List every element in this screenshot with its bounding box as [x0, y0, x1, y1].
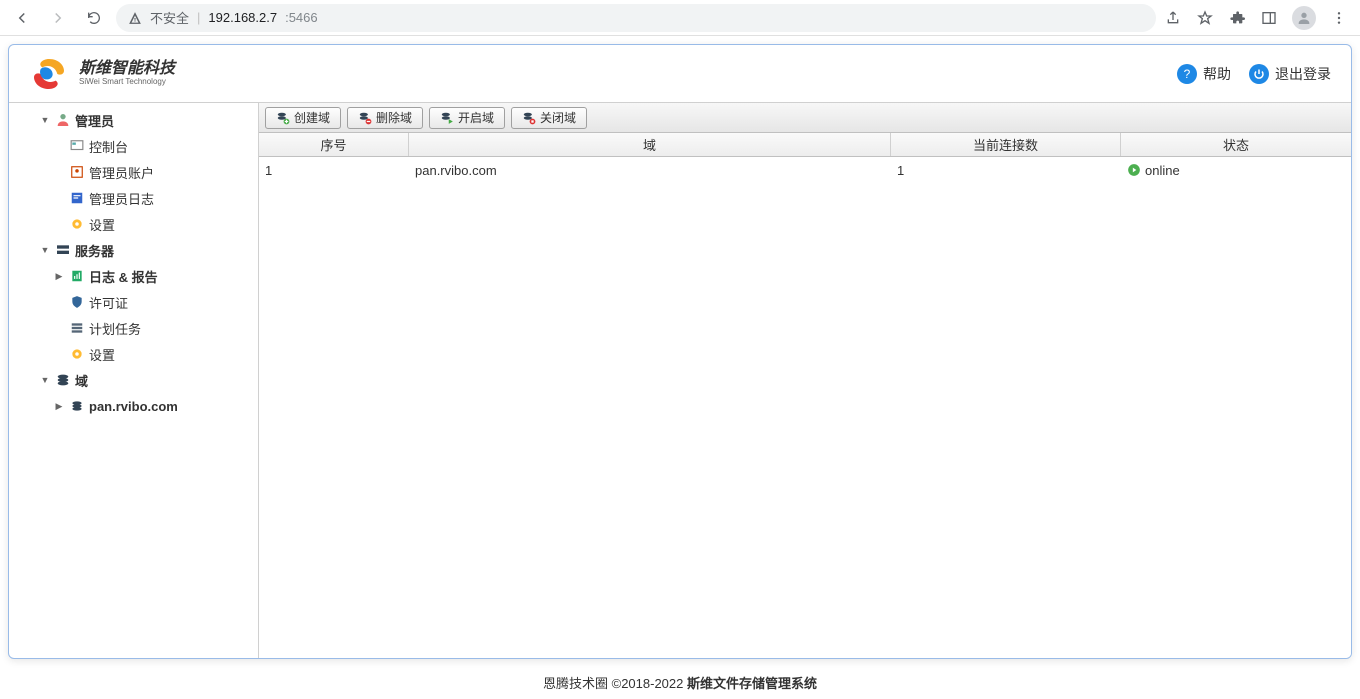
brand-logo-icon	[29, 54, 69, 94]
browser-toolbar: 不安全 | 192.168.2.7:5466	[0, 0, 1360, 36]
toolbar: 创建域 删除域 开启域 关闭域	[259, 103, 1351, 133]
sidebar-item-label: 许可证	[89, 293, 128, 312]
star-icon[interactable]	[1196, 9, 1214, 27]
database-stop-icon	[522, 111, 536, 125]
gear-icon	[69, 216, 85, 232]
footer-right: 斯维文件存储管理系统	[687, 676, 817, 691]
sidebar-item-domain[interactable]: ▼ 域	[9, 367, 258, 393]
help-icon: ?	[1177, 64, 1197, 84]
collapse-icon[interactable]: ▼	[39, 244, 51, 256]
profile-avatar[interactable]	[1292, 6, 1316, 30]
sidebar-item-admin-log[interactable]: 管理员日志	[9, 185, 258, 211]
gear-icon	[69, 346, 85, 362]
button-label: 删除域	[376, 109, 412, 126]
console-icon	[69, 138, 85, 154]
sidepanel-icon[interactable]	[1260, 9, 1278, 27]
sidebar-item-logs-reports[interactable]: ▶ 日志 & 报告	[9, 263, 258, 289]
column-header-seq[interactable]: 序号	[259, 133, 409, 156]
footer-left: 恩腾技术圈 ©2018-2022	[543, 676, 687, 691]
sidebar-item-label: 管理员日志	[89, 189, 154, 208]
play-circle-icon	[1127, 163, 1141, 177]
button-label: 开启域	[458, 109, 494, 126]
expand-icon[interactable]: ▶	[53, 400, 65, 412]
sidebar-item-server[interactable]: ▼ 服务器	[9, 237, 258, 263]
sidebar-item-label: 控制台	[89, 137, 128, 156]
sidebar-item-server-settings[interactable]: 设置	[9, 341, 258, 367]
page-footer: 恩腾技术圈 ©2018-2022 斯维文件存储管理系统	[0, 667, 1360, 698]
app-header: 斯维智能科技 SiWei Smart Technology ? 帮助 退出登录	[9, 45, 1351, 103]
cell-seq: 1	[259, 163, 409, 178]
report-icon	[69, 268, 85, 284]
address-bar[interactable]: 不安全 | 192.168.2.7:5466	[116, 4, 1156, 32]
expand-icon[interactable]: ▶	[53, 270, 65, 282]
sidebar-item-console[interactable]: 控制台	[9, 133, 258, 159]
reload-button[interactable]	[80, 4, 108, 32]
sidebar-item-label: 设置	[89, 345, 115, 364]
database-remove-icon	[358, 111, 372, 125]
sidebar-item-label: 日志 & 报告	[89, 267, 158, 286]
sidebar-item-admin-account[interactable]: 管理员账户	[9, 159, 258, 185]
create-domain-button[interactable]: 创建域	[265, 107, 341, 129]
share-icon[interactable]	[1164, 9, 1182, 27]
cell-domain: pan.rvibo.com	[409, 163, 891, 178]
admin-icon	[55, 112, 71, 128]
collapse-icon[interactable]: ▼	[39, 114, 51, 126]
table-header: 序号 域 当前连接数 状态	[259, 133, 1351, 157]
shield-icon	[69, 294, 85, 310]
database-add-icon	[276, 111, 290, 125]
app-window: 斯维智能科技 SiWei Smart Technology ? 帮助 退出登录 …	[8, 44, 1352, 659]
domain-icon	[55, 372, 71, 388]
sidebar-item-label: pan.rvibo.com	[89, 399, 178, 414]
logout-button[interactable]: 退出登录	[1249, 64, 1331, 84]
main-panel: 创建域 删除域 开启域 关闭域 序号 域 当前连接数	[259, 103, 1351, 658]
insecure-label: 不安全	[150, 8, 189, 27]
status-text: online	[1145, 163, 1180, 178]
power-icon	[1249, 64, 1269, 84]
address-port: :5466	[285, 10, 318, 25]
log-icon	[69, 190, 85, 206]
help-button[interactable]: ? 帮助	[1177, 64, 1231, 84]
extensions-icon[interactable]	[1228, 9, 1246, 27]
sidebar-item-tasks[interactable]: 计划任务	[9, 315, 258, 341]
sidebar-item-domain-entry[interactable]: ▶ pan.rvibo.com	[9, 393, 258, 419]
collapse-icon[interactable]: ▼	[39, 374, 51, 386]
address-host: 192.168.2.7	[208, 10, 277, 25]
account-icon	[69, 164, 85, 180]
sidebar: ▼ 管理员 控制台 管理员账户 管理员日志 设置 ▼	[9, 103, 259, 658]
sidebar-item-label: 设置	[89, 215, 115, 234]
brand-title: 斯维智能科技	[79, 61, 175, 77]
sidebar-item-license[interactable]: 许可证	[9, 289, 258, 315]
open-domain-button[interactable]: 开启域	[429, 107, 505, 129]
column-header-domain[interactable]: 域	[409, 133, 891, 156]
sidebar-item-label: 计划任务	[89, 319, 141, 338]
table-row[interactable]: 1 pan.rvibo.com 1 online	[259, 157, 1351, 183]
delete-domain-button[interactable]: 删除域	[347, 107, 423, 129]
back-button[interactable]	[8, 4, 36, 32]
insecure-icon	[128, 11, 142, 25]
sidebar-item-admin-settings[interactable]: 设置	[9, 211, 258, 237]
column-header-status[interactable]: 状态	[1121, 133, 1351, 156]
sidebar-item-label: 管理员	[75, 111, 114, 130]
brand: 斯维智能科技 SiWei Smart Technology	[29, 54, 175, 94]
sidebar-item-label: 管理员账户	[89, 163, 154, 182]
button-label: 关闭域	[540, 109, 576, 126]
menu-icon[interactable]	[1330, 9, 1348, 27]
cell-status: online	[1121, 163, 1351, 178]
forward-button[interactable]	[44, 4, 72, 32]
sidebar-item-label: 服务器	[75, 241, 114, 260]
logout-label: 退出登录	[1275, 64, 1331, 84]
sidebar-item-label: 域	[75, 371, 88, 390]
help-label: 帮助	[1203, 64, 1231, 84]
button-label: 创建域	[294, 109, 330, 126]
task-icon	[69, 320, 85, 336]
close-domain-button[interactable]: 关闭域	[511, 107, 587, 129]
brand-subtitle: SiWei Smart Technology	[79, 77, 175, 86]
server-icon	[55, 242, 71, 258]
cell-connections: 1	[891, 163, 1121, 178]
sidebar-item-admin[interactable]: ▼ 管理员	[9, 107, 258, 133]
database-play-icon	[440, 111, 454, 125]
table-body: 1 pan.rvibo.com 1 online	[259, 157, 1351, 658]
column-header-connections[interactable]: 当前连接数	[891, 133, 1121, 156]
domain-icon	[69, 398, 85, 414]
